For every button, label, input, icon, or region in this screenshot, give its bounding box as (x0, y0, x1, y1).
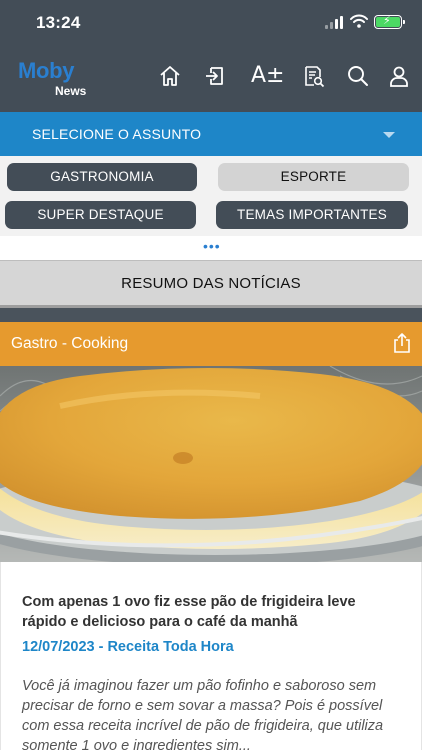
logo-subtext: News (55, 84, 87, 98)
category-filters: GASTRONOMIA ESPORTE SUPER DESTAQUE TEMAS… (0, 156, 422, 236)
subject-selector-label: SELECIONE O ASSUNTO (32, 126, 202, 142)
chevron-down-icon (383, 132, 395, 138)
article-meta: 12/07/2023 - Receita Toda Hora (22, 639, 234, 655)
status-time: 13:24 (36, 13, 81, 32)
category-chip-esporte[interactable]: ESPORTE (218, 163, 409, 191)
user-icon[interactable] (387, 64, 411, 88)
font-size-icon[interactable]: A± (251, 64, 284, 88)
subject-selector[interactable]: SELECIONE O ASSUNTO (0, 112, 422, 156)
more-options-icon[interactable]: ••• (203, 239, 221, 253)
article-excerpt: Você já imaginou fazer um pão fofinho e … (22, 678, 384, 750)
bread-photo-illustration (0, 366, 422, 562)
category-chip-temas-importantes[interactable]: TEMAS IMPORTANTES (216, 201, 408, 229)
divider (0, 308, 422, 322)
home-icon[interactable] (158, 64, 182, 88)
article-body[interactable]: Com apenas 1 ovo fiz esse pão de frigide… (0, 562, 422, 750)
wifi-icon (350, 14, 368, 28)
article-headline[interactable]: Com apenas 1 ovo fiz esse pão de frigide… (22, 592, 402, 632)
logo-text: Moby (18, 58, 75, 83)
search-document-icon[interactable] (302, 64, 326, 88)
battery-icon: ⚡ (374, 15, 405, 29)
share-icon[interactable] (392, 332, 412, 354)
category-chip-gastronomia[interactable]: GASTRONOMIA (7, 163, 197, 191)
card-category: Gastro - Cooking (11, 335, 129, 352)
status-bar: 13:24 ⚡ (0, 0, 422, 46)
category-chip-super-destaque[interactable]: SUPER DESTAQUE (5, 201, 196, 229)
app-header: 13:24 ⚡ Moby News A± (0, 0, 422, 112)
card-header: Gastro - Cooking (0, 322, 422, 366)
article-image[interactable] (0, 366, 422, 562)
login-icon[interactable] (203, 64, 227, 88)
cellular-signal-icon (325, 16, 345, 29)
news-summary-button[interactable]: RESUMO DAS NOTÍCIAS (0, 260, 422, 308)
app-logo[interactable]: Moby News (18, 58, 86, 99)
search-icon[interactable] (346, 64, 370, 88)
